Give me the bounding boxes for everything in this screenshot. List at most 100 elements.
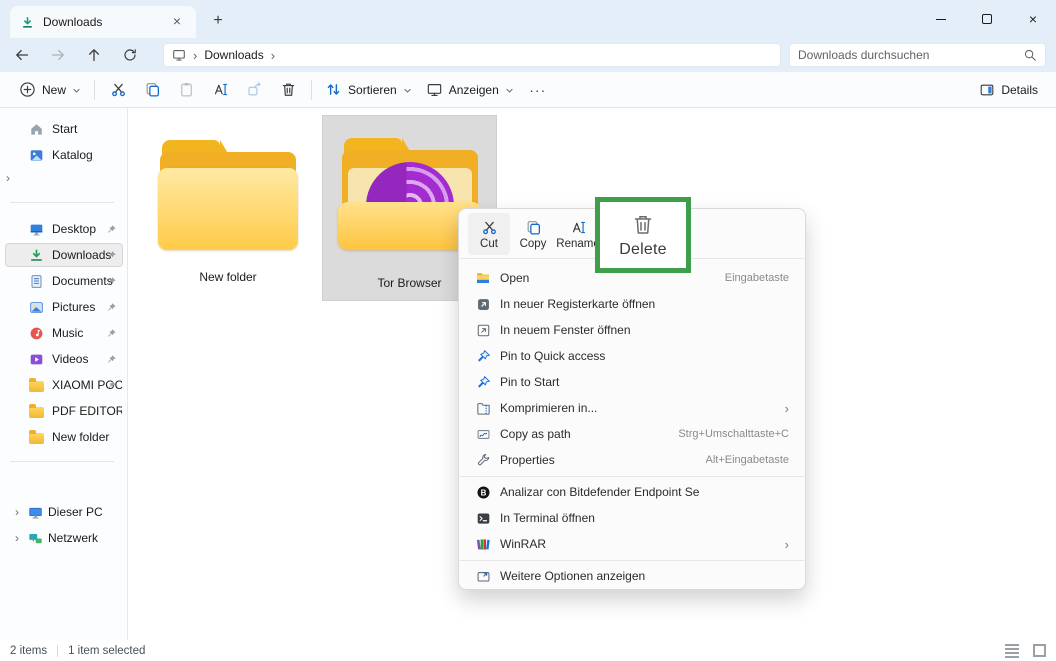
close-button[interactable]: × xyxy=(1010,0,1056,38)
sidebar-item-new-folder[interactable]: New folder xyxy=(5,425,123,449)
maximize-button[interactable] xyxy=(964,0,1010,38)
breadcrumb-downloads[interactable]: Downloads xyxy=(204,48,263,62)
toolbar-divider xyxy=(311,79,313,100)
folder-icon xyxy=(29,404,44,418)
search-box[interactable] xyxy=(789,43,1046,67)
delete-button[interactable] xyxy=(271,76,305,104)
menu-item-winrar[interactable]: WinRAR › xyxy=(463,531,801,557)
open-folder-icon xyxy=(477,273,489,283)
forward-button[interactable] xyxy=(44,41,72,69)
menu-item-pin-quick-access[interactable]: Pin to Quick access xyxy=(463,343,801,369)
new-button[interactable]: New xyxy=(12,76,88,104)
folder-icon xyxy=(29,378,44,392)
view-button[interactable]: Anzeigen xyxy=(419,76,521,104)
sidebar-item-pictures[interactable]: Pictures xyxy=(5,295,123,319)
breadcrumb-chevron-icon-2[interactable]: › xyxy=(271,48,275,63)
sidebar-expander-icon[interactable]: › xyxy=(6,171,20,187)
pin-icon xyxy=(107,303,116,311)
sidebar-item-videos[interactable]: Videos xyxy=(5,347,123,371)
refresh-button[interactable] xyxy=(116,41,144,69)
sidebar-item-pdf-editor[interactable]: PDF EDITOR xyxy=(5,399,123,423)
downloads-icon xyxy=(31,249,42,261)
paste-button[interactable] xyxy=(169,76,203,104)
new-tab-button[interactable]: + xyxy=(206,10,230,34)
pin-icon xyxy=(107,251,116,259)
menu-item-properties[interactable]: Properties Alt+Eingabetaste xyxy=(463,447,801,473)
sidebar: Start Katalog › Desktop Downloads Docume… xyxy=(0,108,128,640)
cut-button[interactable] xyxy=(101,76,135,104)
share-button[interactable] xyxy=(237,76,271,104)
pictures-icon xyxy=(30,301,43,313)
trash-icon xyxy=(634,215,652,234)
up-button[interactable] xyxy=(80,41,108,69)
chevron-down-icon xyxy=(73,88,80,92)
terminal-icon xyxy=(477,512,489,524)
address-bar[interactable]: › Downloads › xyxy=(163,43,781,67)
window-controls: × xyxy=(918,0,1056,38)
show-more-options-icon xyxy=(477,571,489,582)
search-input[interactable] xyxy=(798,48,1023,62)
pin-icon xyxy=(477,375,490,388)
rename-button[interactable] xyxy=(203,76,237,104)
file-list-area[interactable]: New folder Tor Browser Cut Copy Rename O… xyxy=(129,108,1056,640)
winrar-icon xyxy=(476,538,490,550)
gallery-icon xyxy=(30,149,43,161)
minimize-button[interactable] xyxy=(918,0,964,38)
sidebar-item-netzwerk[interactable]: › Netzwerk xyxy=(5,526,123,550)
delete-label: Delete xyxy=(619,240,667,258)
sidebar-item-music[interactable]: Music xyxy=(5,321,123,345)
pin-icon xyxy=(107,277,116,285)
details-view-icon[interactable] xyxy=(1005,643,1019,658)
file-tile-new-folder[interactable]: New folder xyxy=(150,115,306,295)
menu-item-open-in-terminal[interactable]: In Terminal öffnen xyxy=(463,505,801,531)
details-pane-button[interactable]: Details xyxy=(973,76,1044,104)
menu-item-open-new-tab[interactable]: In neuer Registerkarte öffnen xyxy=(463,291,801,317)
delete-highlight-box[interactable]: Delete xyxy=(595,197,691,273)
sidebar-item-xiaomi-poco[interactable]: XIAOMI POCO F xyxy=(5,373,123,397)
tab-bar: Downloads × + × xyxy=(0,0,1056,38)
monitor-icon xyxy=(427,84,441,97)
sidebar-item-documents[interactable]: Documents xyxy=(5,269,123,293)
details-pane-icon xyxy=(980,84,994,95)
sidebar-item-start[interactable]: Start xyxy=(5,117,123,141)
plus-circle-icon xyxy=(20,82,35,97)
view-button-label: Anzeigen xyxy=(448,82,499,97)
zip-folder-icon xyxy=(476,402,490,415)
close-icon: × xyxy=(1028,11,1038,27)
menu-item-open-new-window[interactable]: In neuem Fenster öffnen xyxy=(463,317,801,343)
file-name: New folder xyxy=(199,270,257,284)
pin-icon xyxy=(107,225,116,233)
expand-chevron-icon[interactable]: › xyxy=(11,505,23,519)
ellipsis-icon: ··· xyxy=(529,81,547,98)
context-rename-button[interactable]: Rename xyxy=(556,213,600,255)
menu-item-pin-to-start[interactable]: Pin to Start xyxy=(463,369,801,395)
menu-item-copy-as-path[interactable]: Copy as path Strg+Umschalttaste+C xyxy=(463,421,801,447)
sidebar-divider xyxy=(10,461,114,462)
back-button[interactable] xyxy=(8,41,36,69)
context-cut-button[interactable]: Cut xyxy=(468,213,510,255)
more-options-button[interactable]: ··· xyxy=(521,76,555,104)
sidebar-item-desktop[interactable]: Desktop xyxy=(5,217,123,241)
submenu-chevron-icon: › xyxy=(784,536,789,552)
menu-item-show-more-options[interactable]: Weitere Optionen anzeigen xyxy=(463,563,801,589)
large-icons-view-icon[interactable] xyxy=(1033,644,1046,657)
sidebar-divider xyxy=(10,202,114,203)
chevron-down-icon xyxy=(506,88,513,92)
sidebar-item-dieser-pc[interactable]: › Dieser PC xyxy=(5,500,123,524)
menu-item-compress[interactable]: Komprimieren in... › xyxy=(463,395,801,421)
sidebar-item-katalog[interactable]: Katalog xyxy=(5,143,123,167)
tab-close-icon[interactable]: × xyxy=(168,13,186,31)
sort-button[interactable]: Sortieren xyxy=(318,76,419,104)
copy-path-icon xyxy=(477,429,489,439)
status-divider xyxy=(57,644,59,657)
tab-downloads[interactable]: Downloads × xyxy=(10,6,196,38)
cut-icon xyxy=(111,83,125,97)
sidebar-item-downloads[interactable]: Downloads xyxy=(5,243,123,267)
submenu-chevron-icon: › xyxy=(784,400,789,416)
expand-chevron-icon[interactable]: › xyxy=(11,531,23,545)
copy-button[interactable] xyxy=(135,76,169,104)
context-copy-button[interactable]: Copy xyxy=(512,213,554,255)
pin-icon xyxy=(107,381,116,389)
folder-icon xyxy=(29,430,44,444)
menu-item-bitdefender-scan[interactable]: B Analizar con Bitdefender Endpoint Se xyxy=(463,479,801,505)
